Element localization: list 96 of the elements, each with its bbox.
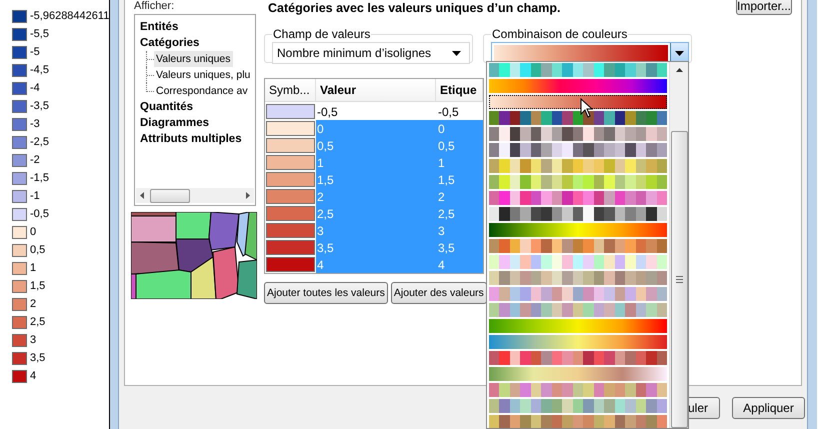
color-ramp[interactable] bbox=[489, 79, 668, 93]
color-ramp[interactable] bbox=[489, 399, 668, 413]
color-ramp[interactable] bbox=[489, 239, 668, 253]
color-ramp[interactable] bbox=[489, 159, 668, 173]
table-cell-text: 0 bbox=[437, 122, 446, 136]
color-ramp[interactable] bbox=[489, 191, 668, 205]
legend-label: 4 bbox=[30, 370, 36, 382]
legend-label: -1 bbox=[30, 190, 40, 202]
column-header[interactable]: Valeur bbox=[316, 79, 436, 101]
section-title: Catégories avec les valeurs uniques d’un champ. bbox=[268, 1, 560, 15]
color-ramp[interactable] bbox=[489, 111, 668, 125]
color-ramp[interactable] bbox=[489, 63, 668, 77]
color-ramp[interactable] bbox=[489, 335, 668, 349]
tree-item[interactable]: Attributs multiples bbox=[140, 131, 255, 147]
scroll-right-icon[interactable] bbox=[246, 192, 250, 199]
legend-label: -4 bbox=[30, 82, 40, 94]
row-highlight[interactable]: -0,5 -0,5 bbox=[316, 103, 483, 120]
table-cell-text: 0 bbox=[316, 122, 325, 136]
group-label: Combinaison de couleurs bbox=[491, 27, 628, 41]
scroll-thumb[interactable] bbox=[670, 130, 688, 428]
color-ramp[interactable] bbox=[489, 303, 668, 317]
table-cell-text: 1,5 bbox=[316, 172, 335, 186]
table-cell-text: -0,5 bbox=[316, 104, 339, 118]
table-cell-text: 1,5 bbox=[437, 172, 456, 186]
tree-item[interactable]: Diagrammes bbox=[140, 115, 255, 131]
add-values-button[interactable]: Ajouter des valeurs bbox=[390, 282, 487, 304]
color-ramp[interactable] bbox=[489, 271, 668, 285]
table-cell-text: 3,5 bbox=[316, 240, 335, 254]
dropdown-button[interactable] bbox=[670, 43, 688, 63]
legend-label: -5,5 bbox=[30, 28, 49, 40]
table-cell-text: 4 bbox=[437, 258, 446, 272]
legend-label: 0,5 bbox=[30, 244, 46, 256]
tree-item[interactable]: Catégories bbox=[140, 35, 255, 51]
table-cell-text: 3 bbox=[316, 224, 325, 238]
legend-label: 2 bbox=[30, 298, 36, 310]
tree-label: Afficher: bbox=[134, 0, 176, 13]
color-ramp[interactable] bbox=[489, 287, 668, 301]
legend-label: 3 bbox=[30, 334, 36, 346]
legend-label: -5,96288442611 bbox=[30, 10, 109, 22]
legend-label: 1 bbox=[30, 262, 36, 274]
legend-label: 3,5 bbox=[30, 352, 46, 364]
vertical-scrollbar[interactable] bbox=[669, 62, 688, 428]
color-ramp[interactable] bbox=[489, 415, 668, 428]
legend-label: 0 bbox=[30, 226, 36, 238]
legend-label: -3,5 bbox=[30, 100, 49, 112]
tree-item[interactable]: Valeurs uniques bbox=[154, 51, 233, 67]
color-ramp[interactable] bbox=[489, 255, 668, 269]
color-ramp[interactable] bbox=[489, 95, 668, 109]
legend-label: -3 bbox=[30, 118, 40, 130]
legend-label: -2 bbox=[30, 154, 40, 166]
color-ramp[interactable] bbox=[489, 207, 668, 221]
tree-item[interactable]: Quantités bbox=[140, 99, 255, 115]
table-cell-text: -0,5 bbox=[437, 104, 460, 118]
color-ramp[interactable] bbox=[489, 175, 668, 189]
apply-button[interactable]: Appliquer bbox=[732, 396, 805, 418]
tree-item[interactable]: Entités bbox=[140, 19, 255, 35]
table-cell-text: 2,5 bbox=[437, 206, 456, 220]
horizontal-scrollbar[interactable] bbox=[136, 188, 254, 203]
legend-label: 1,5 bbox=[30, 280, 46, 292]
color-ramp[interactable] bbox=[489, 367, 668, 381]
caret-icon bbox=[452, 50, 461, 56]
legend-label: -2,5 bbox=[30, 136, 49, 148]
add-values-button[interactable]: Ajouter toutes les valeurs bbox=[264, 282, 388, 304]
table-cell-text: 0,5 bbox=[437, 138, 456, 152]
field-dropdown[interactable]: Nombre minimum d’isolignes bbox=[272, 42, 470, 64]
legend-label: -1,5 bbox=[30, 172, 49, 184]
mouse-pointer-icon bbox=[580, 98, 593, 118]
color-ramp[interactable] bbox=[489, 351, 668, 365]
table-cell-text: 3,5 bbox=[437, 240, 456, 254]
tree-item[interactable]: Correspondance av bbox=[154, 83, 250, 99]
table-cell-text: 1 bbox=[437, 156, 446, 170]
legend-label: -4,5 bbox=[30, 64, 49, 76]
column-header[interactable]: Etique bbox=[436, 79, 483, 101]
color-ramp[interactable] bbox=[489, 143, 668, 157]
color-ramp[interactable] bbox=[489, 223, 668, 237]
legend-label: 2,5 bbox=[30, 316, 46, 328]
color-ramp[interactable] bbox=[489, 319, 668, 333]
column-header[interactable]: Symb... bbox=[265, 79, 316, 101]
table-cell-text: 2 bbox=[437, 190, 446, 204]
import-button[interactable]: Importer... bbox=[736, 0, 792, 15]
caret-icon bbox=[675, 50, 684, 56]
color-ramp[interactable] bbox=[489, 127, 668, 141]
tree-item[interactable]: Valeurs uniques, plu bbox=[154, 67, 252, 83]
table-cell-text: 2,5 bbox=[316, 206, 335, 220]
color-ramp[interactable] bbox=[489, 383, 668, 397]
legend-label: -0,5 bbox=[30, 208, 49, 220]
group-label: Champ de valeurs bbox=[272, 27, 372, 41]
table-cell-text: 0,5 bbox=[316, 138, 335, 152]
cancel-button[interactable]: uler bbox=[686, 396, 720, 418]
table-cell-text: 1 bbox=[316, 156, 325, 170]
table-cell-text: 3 bbox=[437, 224, 446, 238]
legend-label: -5 bbox=[30, 46, 40, 58]
scroll-left-icon[interactable] bbox=[140, 192, 144, 199]
scroll-thumb[interactable] bbox=[150, 188, 190, 202]
table-cell-text: 2 bbox=[316, 190, 325, 204]
table-cell-text: 4 bbox=[316, 258, 325, 272]
